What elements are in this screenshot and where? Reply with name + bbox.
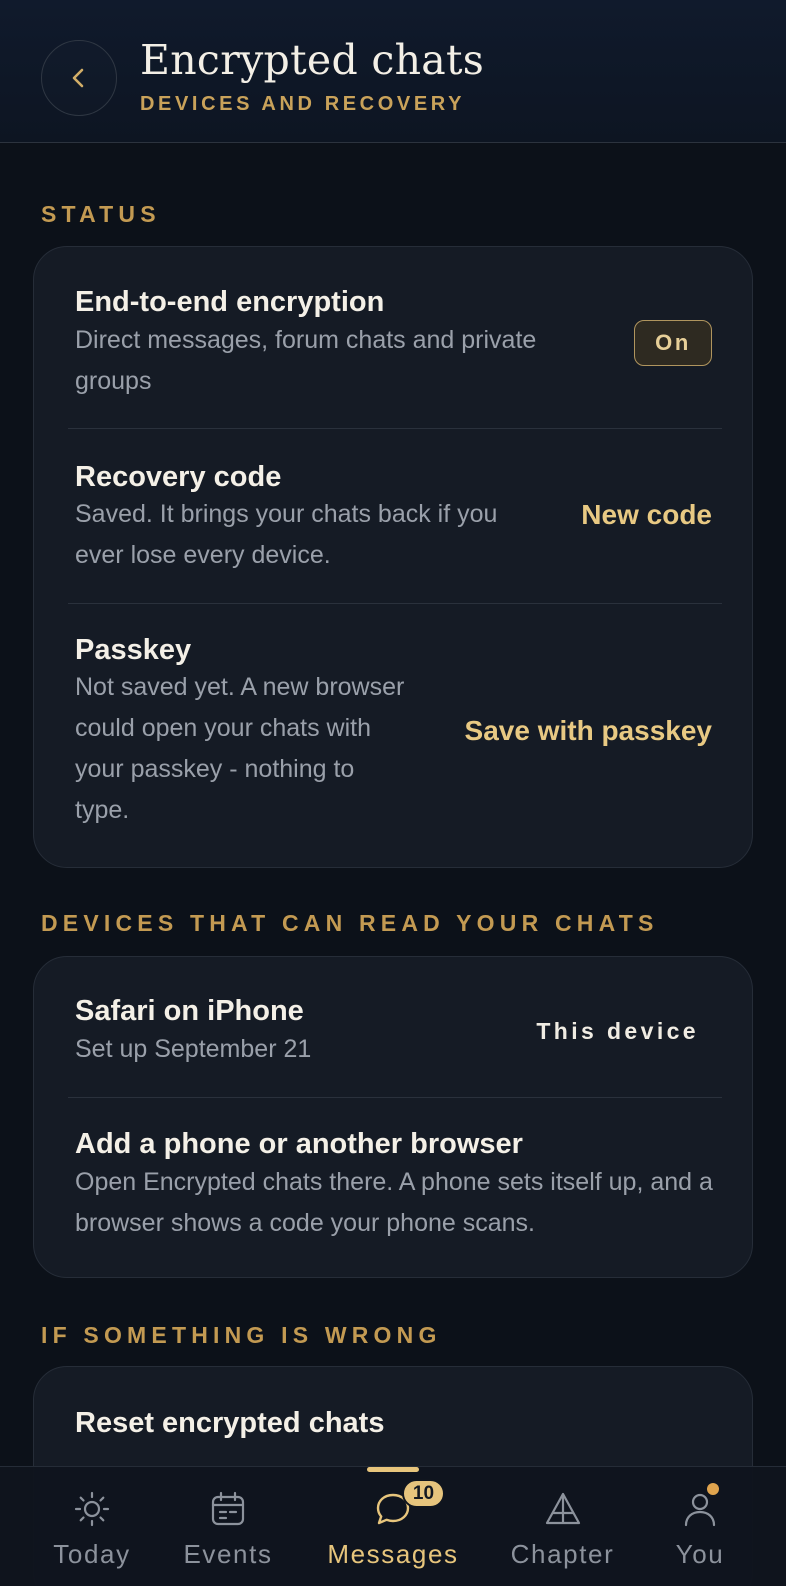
- notification-dot: [707, 1483, 719, 1495]
- section-label-status: STATUS: [41, 201, 161, 227]
- row-title: Passkey: [75, 634, 192, 666]
- row-end-to-end-encryption: End-to-end encryption Direct messages, f…: [34, 247, 752, 428]
- tab-chapter[interactable]: Chapter: [505, 1467, 620, 1586]
- add-device-row[interactable]: Add a phone or another browser Open Encr…: [34, 1098, 752, 1277]
- device-name: Safari on iPhone: [75, 995, 304, 1027]
- row-description: Direct messages, forum chats and private…: [75, 326, 537, 395]
- save-with-passkey-button[interactable]: Save with passkey: [465, 715, 712, 747]
- encryption-status-badge: On: [634, 320, 712, 366]
- row-title: End-to-end encryption: [75, 286, 385, 318]
- pyramid-icon: [545, 1492, 580, 1525]
- device-setup-date: Set up September 21: [75, 1035, 312, 1063]
- row-title: Add a phone or another browser: [75, 1128, 523, 1160]
- page-title: Encrypted chats: [140, 36, 485, 84]
- tab-label: Chapter: [510, 1539, 615, 1569]
- chevron-left-icon: [72, 68, 84, 88]
- tab-today[interactable]: Today: [42, 1467, 142, 1586]
- section-label-problems: IF SOMETHING IS WRONG: [41, 1322, 442, 1348]
- device-row: Safari on iPhone Set up September 21 Thi…: [34, 957, 752, 1097]
- row-title: Reset encrypted chats: [75, 1407, 385, 1439]
- tab-messages[interactable]: Messages: [318, 1467, 468, 1586]
- tab-label: Today: [53, 1539, 131, 1569]
- row-description: Not saved yet. A new browser could open …: [75, 673, 405, 824]
- tab-bar: Today Events Messages 10 Chapter You: [0, 1466, 786, 1586]
- status-card: End-to-end encryption Direct messages, f…: [33, 246, 753, 868]
- row-description: Saved. It brings your chats back if you …: [75, 500, 498, 569]
- header: Encrypted chats DEVICES AND RECOVERY: [0, 0, 786, 143]
- row-title: Recovery code: [75, 461, 282, 493]
- tab-you[interactable]: You: [660, 1467, 740, 1586]
- this-device-tag: This device: [536, 1018, 699, 1044]
- new-code-button[interactable]: New code: [581, 499, 712, 531]
- section-label-devices: DEVICES THAT CAN READ YOUR CHATS: [41, 910, 659, 936]
- back-button[interactable]: [41, 40, 117, 116]
- tab-label: Events: [183, 1539, 273, 1569]
- calendar-icon: [211, 1491, 245, 1526]
- row-passkey: Passkey Not saved yet. A new browser cou…: [34, 604, 752, 867]
- person-icon: [684, 1493, 716, 1527]
- devices-card: Safari on iPhone Set up September 21 Thi…: [33, 956, 753, 1278]
- sun-icon: [74, 1491, 110, 1527]
- page-subtitle: DEVICES AND RECOVERY: [140, 93, 466, 115]
- tab-label: You: [675, 1539, 725, 1569]
- unread-messages-badge: 10: [402, 1479, 445, 1508]
- tab-label: Messages: [327, 1539, 459, 1569]
- tab-events[interactable]: Events: [178, 1467, 278, 1586]
- row-recovery-code: Recovery code Saved. It brings your chat…: [34, 429, 752, 603]
- row-description: Open Encrypted chats there. A phone sets…: [75, 1168, 713, 1237]
